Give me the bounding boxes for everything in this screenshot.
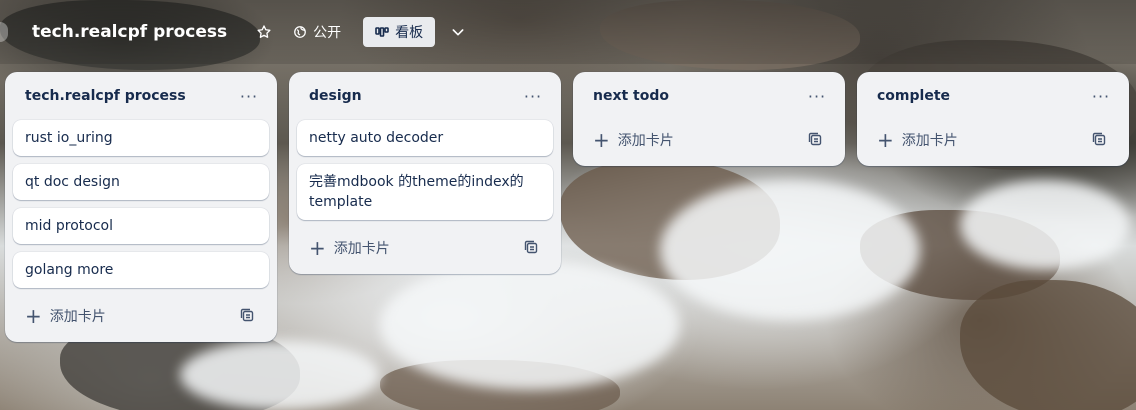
list-title[interactable]: design xyxy=(309,88,362,104)
star-button[interactable] xyxy=(249,17,279,47)
list-design: design ··· netty auto decoder 完善mdbook 的… xyxy=(289,72,561,274)
star-icon xyxy=(256,24,272,40)
template-icon xyxy=(240,307,254,326)
board-view-label: 看板 xyxy=(395,25,424,41)
card[interactable]: qt doc design xyxy=(13,164,269,200)
card[interactable]: golang more xyxy=(13,252,269,288)
plus-icon: + xyxy=(593,128,610,152)
add-card-label: 添加卡片 xyxy=(901,133,958,149)
create-from-template-button[interactable] xyxy=(517,234,545,262)
sidebar-toggle-handle[interactable] xyxy=(0,22,8,42)
list-title[interactable]: next todo xyxy=(593,88,669,104)
list-menu-button[interactable]: ··· xyxy=(1087,82,1115,110)
add-card-button[interactable]: + 添加卡片 xyxy=(873,124,962,156)
plus-icon: + xyxy=(25,304,42,328)
board-title[interactable]: tech.realcpf process xyxy=(26,18,233,46)
list-next-todo: next todo ··· + 添加卡片 xyxy=(573,72,845,166)
add-card-label: 添加卡片 xyxy=(333,241,390,257)
list-footer: + 添加卡片 xyxy=(581,120,837,160)
list-title[interactable]: tech.realcpf process xyxy=(25,88,186,104)
card-list: netty auto decoder 完善mdbook 的theme的index… xyxy=(297,120,553,224)
list-header: tech.realcpf process ··· xyxy=(13,72,269,120)
globe-icon xyxy=(293,25,307,39)
list-footer: + 添加卡片 xyxy=(865,120,1121,160)
plus-icon: + xyxy=(309,236,326,260)
board-view-icon xyxy=(375,26,389,38)
card[interactable]: rust io_uring xyxy=(13,120,269,156)
list-tech-realcpf-process: tech.realcpf process ··· rust io_uring q… xyxy=(5,72,277,342)
list-header: complete ··· xyxy=(865,72,1121,120)
add-card-button[interactable]: + 添加卡片 xyxy=(305,232,394,264)
board-header: tech.realcpf process 公开 看板 xyxy=(0,0,1136,64)
visibility-label: 公开 xyxy=(313,25,342,41)
list-footer: + 添加卡片 xyxy=(13,296,269,336)
card-list: rust io_uring qt doc design mid protocol… xyxy=(13,120,269,292)
list-title[interactable]: complete xyxy=(877,88,950,104)
create-from-template-button[interactable] xyxy=(1085,126,1113,154)
board-view-button[interactable]: 看板 xyxy=(363,17,436,47)
list-menu-button[interactable]: ··· xyxy=(519,82,547,110)
template-icon xyxy=(524,239,538,258)
list-complete: complete ··· + 添加卡片 xyxy=(857,72,1129,166)
template-icon xyxy=(808,131,822,150)
view-switcher-dropdown[interactable] xyxy=(443,17,473,47)
card[interactable]: netty auto decoder xyxy=(297,120,553,156)
list-menu-button[interactable]: ··· xyxy=(803,82,831,110)
list-header: design ··· xyxy=(297,72,553,120)
list-menu-button[interactable]: ··· xyxy=(235,82,263,110)
add-card-button[interactable]: + 添加卡片 xyxy=(589,124,678,156)
create-from-template-button[interactable] xyxy=(801,126,829,154)
visibility-button[interactable]: 公开 xyxy=(287,17,347,47)
card[interactable]: 完善mdbook 的theme的index的template xyxy=(297,164,553,220)
create-from-template-button[interactable] xyxy=(233,302,261,330)
plus-icon: + xyxy=(877,128,894,152)
add-card-label: 添加卡片 xyxy=(49,309,106,325)
list-footer: + 添加卡片 xyxy=(297,228,553,268)
chevron-down-icon xyxy=(450,24,466,40)
list-header: next todo ··· xyxy=(581,72,837,120)
add-card-button[interactable]: + 添加卡片 xyxy=(21,300,110,332)
add-card-label: 添加卡片 xyxy=(617,133,674,149)
template-icon xyxy=(1092,131,1106,150)
card[interactable]: mid protocol xyxy=(13,208,269,244)
